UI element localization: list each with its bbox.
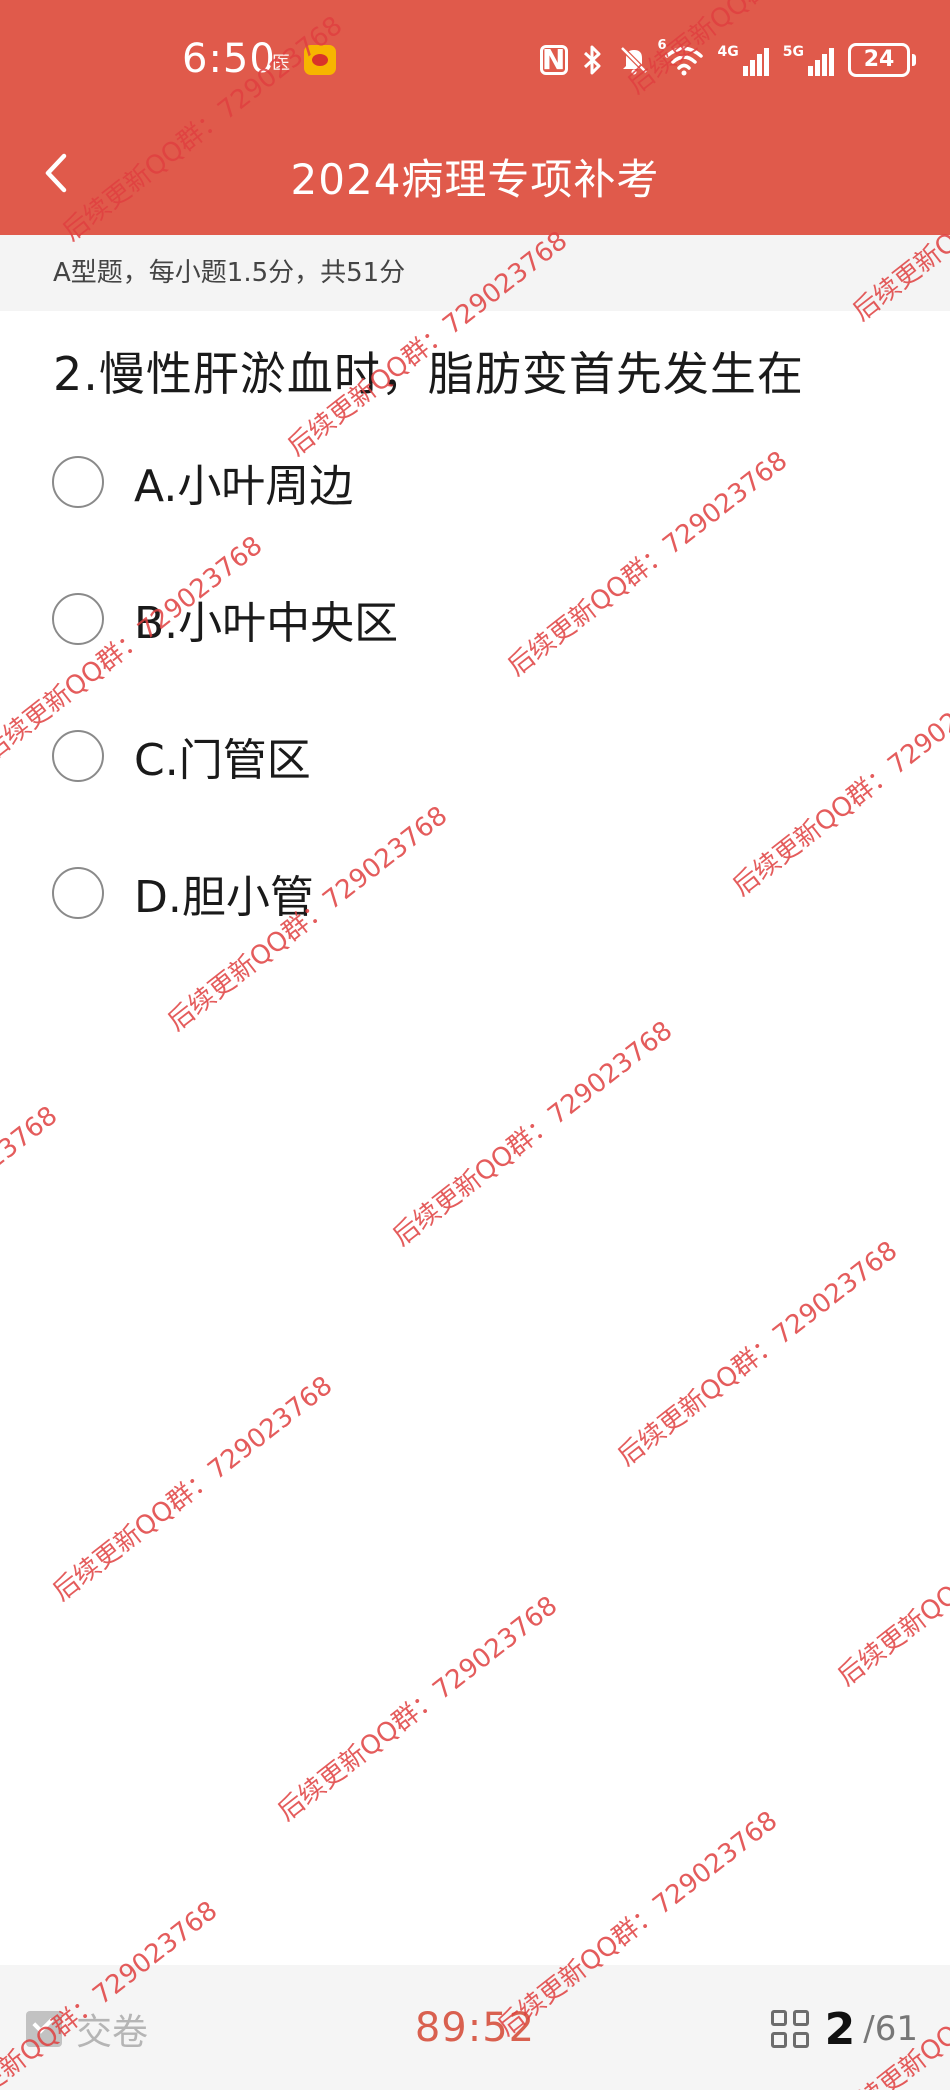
battery-icon: 24: [848, 43, 916, 77]
status-icons: N 6 4G 5G 24: [539, 38, 916, 78]
option-label: D.胆小管: [134, 872, 314, 923]
app-notification-icon: 医: [272, 53, 290, 74]
weibo-notification-icon: [304, 45, 336, 75]
option-label: B.小叶中央区: [134, 598, 399, 649]
total-questions: /61: [863, 2009, 918, 2049]
option-b[interactable]: B.小叶中央区: [52, 589, 398, 649]
watermark: 后续更新QQ群：729023768: [387, 1015, 679, 1253]
option-label: A.小叶周边: [134, 461, 354, 512]
signal-5g-icon: 5G: [783, 44, 834, 76]
status-time: 6:50: [182, 36, 276, 82]
grid-icon: [770, 2010, 809, 2048]
page-title: 2024病理专项补考: [290, 155, 660, 204]
network-5g-label: 5G: [782, 44, 804, 60]
watermark: 后续更新QQ群：729023768: [832, 1455, 950, 1693]
network-4g-label: 4G: [717, 44, 739, 60]
option-c[interactable]: C.门管区: [52, 726, 311, 786]
option-label: C.门管区: [134, 735, 311, 786]
question-text: 2.慢性肝淤血时，脂肪变首先发生在: [53, 347, 804, 401]
watermark: 后续更新QQ群：729023768: [612, 1235, 904, 1473]
nfc-icon: N: [539, 45, 568, 75]
radio-button[interactable]: [52, 867, 104, 919]
mute-icon: [618, 44, 650, 76]
radio-button[interactable]: [52, 593, 104, 645]
signal-4g-icon: 4G: [718, 44, 769, 76]
title-bar: 2024病理专项补考: [0, 120, 950, 235]
section-info: A型题，每小题1.5分，共51分: [0, 235, 950, 311]
watermark: 后续更新QQ群：729023768: [502, 445, 794, 683]
bottom-bar: 交卷 89:52 2 /61: [0, 1965, 950, 2090]
wifi-icon: 6: [658, 38, 704, 76]
radio-button[interactable]: [52, 456, 104, 508]
watermark: 后续更新QQ群：729023768: [47, 1370, 339, 1608]
watermark: 后续更新QQ群：729023768: [272, 1590, 564, 1828]
app-header: 6:50 医 N 6 4G 5G 24 2024病理专项补考: [0, 0, 950, 235]
question-progress[interactable]: 2 /61: [770, 1999, 918, 2059]
wifi-badge: 6: [657, 38, 667, 53]
option-d[interactable]: D.胆小管: [52, 863, 314, 923]
watermark: 后续更新QQ群：729023768: [0, 1100, 64, 1338]
option-a[interactable]: A.小叶周边: [52, 452, 353, 512]
status-bar: 6:50 医 N 6 4G 5G 24: [0, 0, 950, 120]
current-question-number: 2: [824, 2003, 856, 2055]
bluetooth-icon: [582, 44, 604, 76]
watermark: 后续更新QQ群：729023768: [727, 665, 950, 903]
watermark-layer: 后续更新QQ群：729023768 后续更新QQ群：729023768 后续更新…: [0, 0, 950, 2090]
radio-button[interactable]: [52, 730, 104, 782]
